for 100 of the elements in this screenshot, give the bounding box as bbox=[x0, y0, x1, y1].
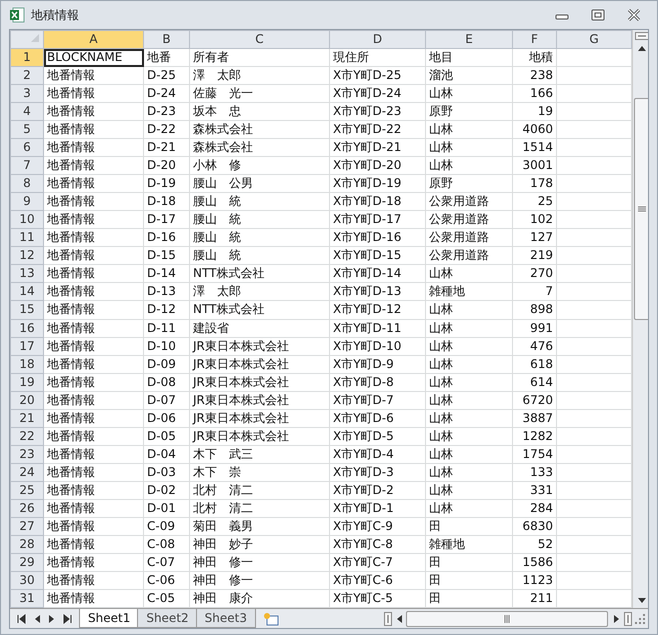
row-header[interactable]: 15 bbox=[10, 300, 44, 319]
row-header[interactable]: 20 bbox=[10, 391, 44, 410]
resize-grip-icon[interactable] bbox=[634, 612, 646, 624]
table-cell: 地番情報 bbox=[47, 230, 95, 244]
spreadsheet-icon bbox=[9, 7, 25, 23]
table-cell: 1754 bbox=[522, 446, 553, 461]
column-header[interactable]: B bbox=[144, 30, 190, 49]
table-cell: 山林 bbox=[429, 338, 453, 353]
table-cell: 森株式会社 bbox=[193, 122, 253, 136]
row-header[interactable]: 23 bbox=[10, 445, 44, 464]
row-header[interactable]: 8 bbox=[10, 174, 44, 193]
first-sheet-icon[interactable] bbox=[16, 614, 26, 624]
row-header[interactable]: 6 bbox=[10, 138, 44, 157]
table-cell: 1514 bbox=[522, 140, 553, 154]
table-cell: X市Y町D-19 bbox=[333, 176, 402, 190]
table-cell: 神田 妙子 bbox=[193, 536, 253, 551]
row-header[interactable]: 3 bbox=[10, 84, 44, 103]
table-cell: X市Y町C-9 bbox=[333, 518, 393, 533]
row-header[interactable]: 18 bbox=[10, 355, 44, 374]
table-cell: D-21 bbox=[147, 140, 176, 154]
row-header[interactable]: 11 bbox=[10, 228, 44, 247]
row-header[interactable]: 29 bbox=[10, 553, 44, 572]
table-cell: 52 bbox=[538, 536, 553, 551]
table-cell: 3887 bbox=[522, 410, 553, 425]
table-cell: 地番情報 bbox=[47, 266, 95, 280]
table-cell: C-05 bbox=[147, 590, 175, 605]
column-header[interactable]: D bbox=[330, 30, 426, 49]
column-header[interactable]: A bbox=[44, 30, 144, 49]
table-cell: D-22 bbox=[147, 122, 176, 136]
table-cell: D-12 bbox=[147, 302, 176, 316]
table-cell: 166 bbox=[530, 86, 553, 100]
row-header[interactable]: 21 bbox=[10, 409, 44, 428]
table-cell: 219 bbox=[530, 248, 553, 262]
row-header[interactable]: 28 bbox=[10, 535, 44, 554]
table-cell: 1586 bbox=[522, 554, 553, 569]
sheet-tab[interactable]: Sheet2 bbox=[137, 609, 198, 628]
row-header[interactable]: 9 bbox=[10, 192, 44, 211]
row-header[interactable]: 4 bbox=[10, 102, 44, 121]
table-cell: 森株式会社 bbox=[193, 140, 253, 154]
row-header[interactable]: 27 bbox=[10, 517, 44, 536]
sheet-tab[interactable]: Sheet1 bbox=[79, 609, 140, 628]
row-header[interactable]: 5 bbox=[10, 120, 44, 139]
close-icon[interactable] bbox=[627, 9, 641, 21]
row-header[interactable]: 13 bbox=[10, 264, 44, 283]
next-sheet-icon[interactable] bbox=[48, 614, 56, 624]
row-header[interactable]: 24 bbox=[10, 463, 44, 482]
row-header[interactable]: 25 bbox=[10, 481, 44, 500]
row-header[interactable]: 17 bbox=[10, 337, 44, 356]
table-cell: X市Y町C-5 bbox=[333, 590, 393, 605]
table-cell: D-16 bbox=[147, 230, 176, 244]
row-header[interactable]: 12 bbox=[10, 246, 44, 265]
split-handle-icon[interactable] bbox=[624, 612, 632, 626]
row-header[interactable]: 22 bbox=[10, 427, 44, 446]
table-cell: D-17 bbox=[147, 212, 176, 226]
table-cell: 211 bbox=[530, 590, 553, 605]
table-cell: 270 bbox=[530, 266, 553, 280]
table-cell: 田 bbox=[429, 554, 441, 569]
table-cell: 腰山 統 bbox=[193, 212, 241, 226]
row-header[interactable]: 16 bbox=[10, 319, 44, 338]
insert-sheet-icon[interactable] bbox=[262, 612, 280, 626]
table-cell: X市Y町D-5 bbox=[333, 428, 394, 443]
row-header[interactable]: 14 bbox=[10, 282, 44, 301]
table-cell: X市Y町D-1 bbox=[333, 500, 394, 515]
table-cell: 公衆用道路 bbox=[429, 212, 489, 226]
previous-sheet-icon[interactable] bbox=[33, 614, 41, 624]
row-header[interactable]: 7 bbox=[10, 156, 44, 175]
last-sheet-icon[interactable] bbox=[63, 614, 73, 624]
table-cell: 地番情報 bbox=[47, 122, 95, 136]
table-cell: 田 bbox=[429, 590, 441, 605]
table-cell: 山林 bbox=[429, 140, 453, 154]
row-header[interactable]: 2 bbox=[10, 66, 44, 85]
column-header[interactable]: G bbox=[556, 30, 632, 49]
table-cell: D-02 bbox=[147, 482, 176, 497]
scroll-thumb[interactable] bbox=[634, 98, 648, 320]
table-cell: 神田 修一 bbox=[193, 554, 253, 569]
row-header[interactable]: 30 bbox=[10, 571, 44, 590]
row-header[interactable]: 31 bbox=[10, 589, 44, 608]
table-cell: 地番情報 bbox=[47, 194, 95, 208]
row-header[interactable]: 10 bbox=[10, 210, 44, 229]
column-header[interactable]: E bbox=[426, 30, 512, 49]
table-cell: 木下 崇 bbox=[193, 464, 241, 479]
table-cell: 地番情報 bbox=[47, 446, 95, 461]
row-header[interactable]: 19 bbox=[10, 373, 44, 392]
row-header[interactable]: 1 bbox=[10, 48, 44, 67]
table-cell: 地積 bbox=[529, 50, 553, 64]
column-header[interactable]: C bbox=[190, 30, 330, 49]
table-cell: 地番情報 bbox=[47, 140, 95, 154]
row-header[interactable]: 26 bbox=[10, 499, 44, 518]
split-handle-icon[interactable] bbox=[635, 32, 648, 40]
table-cell: D-01 bbox=[147, 500, 176, 515]
table-cell: X市Y町D-17 bbox=[333, 212, 402, 226]
vertical-scrollbar[interactable] bbox=[632, 30, 648, 608]
table-cell: X市Y町C-6 bbox=[333, 572, 393, 587]
table-cell: 山林 bbox=[429, 410, 453, 425]
split-handle-icon[interactable] bbox=[384, 612, 392, 626]
table-cell: D-08 bbox=[147, 374, 176, 389]
table-cell: JR東日本株式会社 bbox=[193, 410, 289, 425]
maximize-icon[interactable] bbox=[591, 9, 605, 21]
column-header[interactable]: F bbox=[512, 30, 556, 49]
sheet-tab[interactable]: Sheet3 bbox=[196, 609, 256, 628]
